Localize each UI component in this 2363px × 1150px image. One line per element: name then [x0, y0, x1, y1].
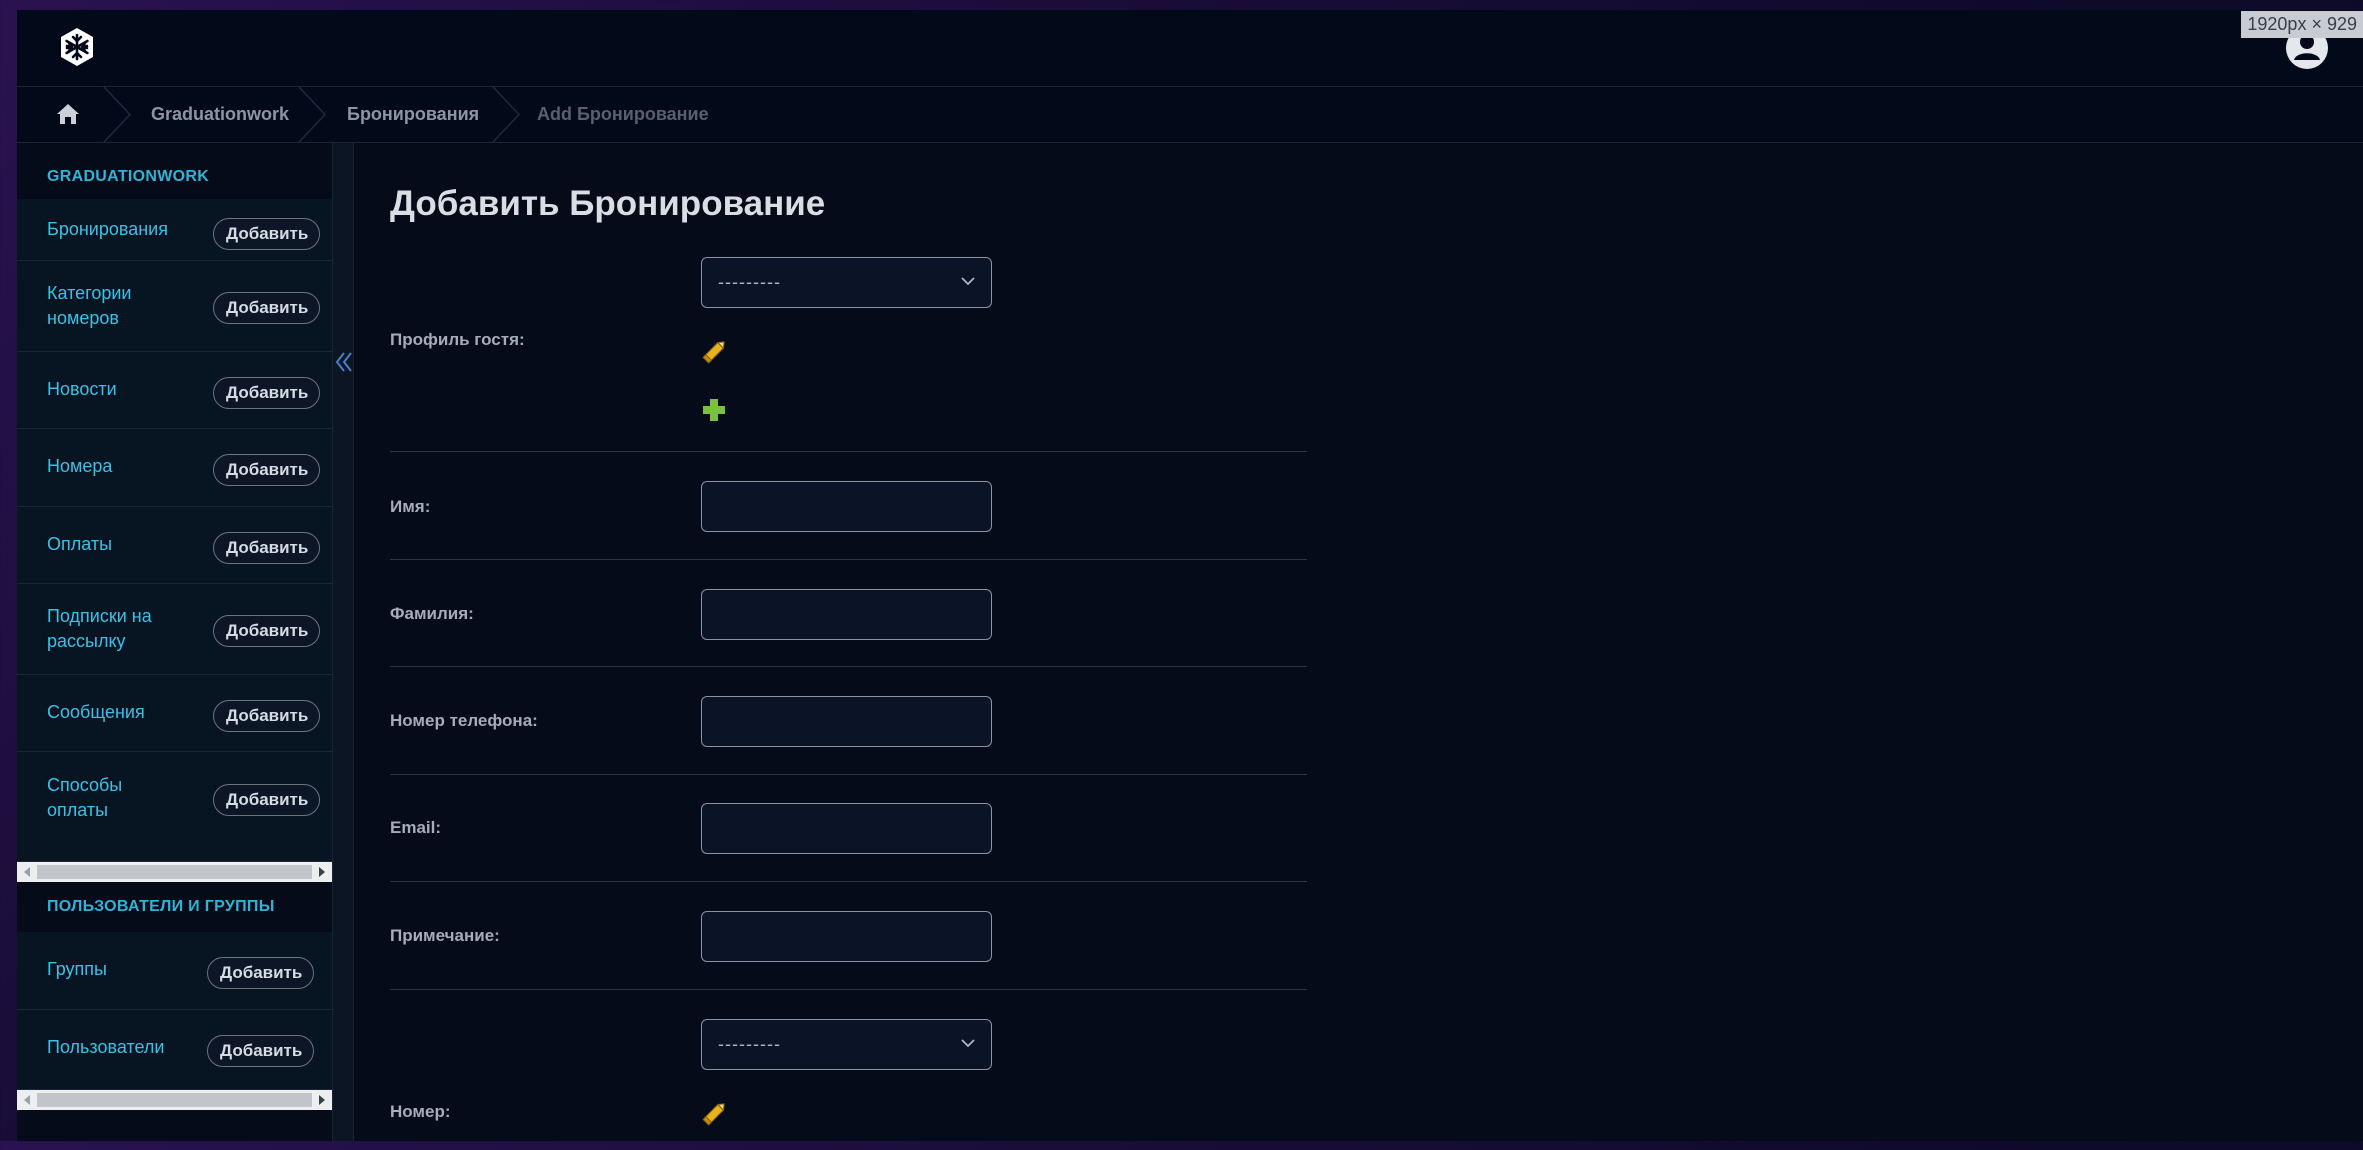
- add-message-button[interactable]: Добавить: [213, 700, 320, 732]
- sidebar-item-label[interactable]: Новости: [47, 377, 117, 402]
- breadcrumb-separator-icon: [103, 87, 132, 142]
- scroll-right-icon[interactable]: [319, 867, 325, 877]
- form-row-phone: Номер телефона:: [390, 667, 1307, 775]
- last-name-input[interactable]: [701, 589, 992, 640]
- add-group-button[interactable]: Добавить: [207, 957, 314, 989]
- main-content: Добавить Бронирование Профиль гостя: ---…: [354, 143, 2363, 1141]
- email-label: Email:: [390, 818, 442, 837]
- chevron-down-icon: [961, 277, 975, 286]
- top-header: [17, 10, 2363, 87]
- sidebar-item-messages: Сообщения Добавить: [17, 675, 332, 752]
- last-name-label: Фамилия:: [390, 604, 474, 623]
- scroll-right-icon[interactable]: [319, 1095, 325, 1105]
- add-room-button[interactable]: Добавить: [213, 454, 320, 486]
- room-label: Номер:: [390, 1102, 451, 1121]
- form-row-first-name: Имя:: [390, 452, 1307, 560]
- phone-input[interactable]: [701, 696, 992, 747]
- home-icon[interactable]: [55, 102, 81, 126]
- sidebar-item-subscriptions: Подписки на рассылку Добавить: [17, 584, 332, 675]
- form-row-last-name: Фамилия:: [390, 560, 1307, 667]
- sidebar-item-news: Новости Добавить: [17, 352, 332, 429]
- phone-label: Номер телефона:: [390, 711, 538, 730]
- sidebar-item-label[interactable]: Категории номеров: [47, 281, 177, 331]
- add-subscription-button[interactable]: Добавить: [213, 615, 320, 647]
- form-row-note: Примечание:: [390, 882, 1307, 990]
- sidebar-item-users: Пользователи Добавить: [17, 1010, 332, 1090]
- sidebar-item-label[interactable]: Бронирования: [47, 217, 168, 242]
- guest-profile-label: Профиль гостя:: [390, 330, 525, 349]
- sidebar-item-label[interactable]: Способы оплаты: [47, 773, 177, 823]
- sidebar-scrollbar[interactable]: [17, 1090, 332, 1110]
- snowflake-logo-icon[interactable]: [56, 26, 98, 68]
- sidebar-item-payments: Оплаты Добавить: [17, 507, 332, 584]
- select-value: ---------: [718, 1034, 781, 1054]
- sidebar-item-room-categories: Категории номеров Добавить: [17, 261, 332, 352]
- add-payment-method-button[interactable]: Добавить: [213, 784, 320, 816]
- sidebar-item-label[interactable]: Сообщения: [47, 700, 145, 725]
- chevron-down-icon: [961, 1039, 975, 1048]
- form-row-guest-profile: Профиль гостя: ---------: [390, 253, 1307, 452]
- sidebar-item-label[interactable]: Подписки на рассылку: [47, 604, 177, 654]
- sidebar-scrollbar[interactable]: [17, 862, 332, 882]
- breadcrumb: Graduationwork Бронирования Add Брониров…: [17, 87, 2363, 143]
- sidebar-item-payment-methods: Способы оплаты Добавить: [17, 752, 332, 862]
- double-chevron-left-icon[interactable]: [335, 350, 353, 374]
- scrollbar-thumb[interactable]: [37, 1093, 312, 1107]
- sidebar-item-label[interactable]: Номера: [47, 454, 112, 479]
- scroll-left-icon[interactable]: [24, 867, 30, 877]
- add-room-category-button[interactable]: Добавить: [213, 292, 320, 324]
- email-input[interactable]: [701, 803, 992, 854]
- form-row-email: Email:: [390, 775, 1307, 882]
- breadcrumb-current: Add Бронирование: [537, 104, 709, 124]
- edit-pencil-icon[interactable]: [701, 337, 729, 365]
- add-payment-button[interactable]: Добавить: [213, 532, 320, 564]
- add-user-button[interactable]: Добавить: [207, 1035, 314, 1067]
- add-plus-icon[interactable]: [701, 397, 727, 423]
- guest-profile-select[interactable]: ---------: [701, 257, 992, 308]
- module-title-graduationwork[interactable]: GRADUATIONWORK: [47, 168, 209, 186]
- note-label: Примечание:: [390, 926, 500, 945]
- scroll-left-icon[interactable]: [24, 1095, 30, 1105]
- select-value: ---------: [718, 272, 781, 292]
- first-name-input[interactable]: [701, 481, 992, 532]
- edit-pencil-icon[interactable]: [701, 1099, 729, 1127]
- note-input[interactable]: [701, 911, 992, 962]
- room-select[interactable]: ---------: [701, 1019, 992, 1070]
- breadcrumb-graduationwork[interactable]: Graduationwork: [151, 104, 289, 125]
- scrollbar-thumb[interactable]: [37, 865, 312, 879]
- sidebar-item-rooms: Номера Добавить: [17, 429, 332, 507]
- add-news-button[interactable]: Добавить: [213, 377, 320, 409]
- sidebar-item-label[interactable]: Оплаты: [47, 532, 112, 557]
- form-row-room: Номер: ---------: [390, 990, 1307, 1150]
- sidebar-item-groups: Группы Добавить: [17, 932, 332, 1010]
- breadcrumb-separator-icon: [492, 87, 521, 142]
- viewport-size-badge: 1920px × 929: [2241, 11, 2363, 38]
- sidebar-item-bookings: Бронирования Добавить: [17, 199, 332, 261]
- add-booking-button[interactable]: Добавить: [213, 218, 320, 250]
- breadcrumb-bookings[interactable]: Бронирования: [347, 104, 479, 125]
- module-title-users-groups[interactable]: ПОЛЬЗОВАТЕЛИ И ГРУППЫ: [47, 898, 275, 916]
- sidebar-item-label[interactable]: Пользователи: [47, 1035, 164, 1060]
- page-title: Добавить Бронирование: [390, 184, 826, 223]
- admin-app: 1920px × 929 Graduationwork Бронирования…: [17, 10, 2363, 1141]
- breadcrumb-separator-icon: [298, 87, 327, 142]
- sidebar-nav: GRADUATIONWORK Бронирования Добавить Кат…: [17, 143, 333, 1141]
- sidebar-collapse-toggle[interactable]: [333, 143, 354, 1141]
- sidebar-item-label[interactable]: Группы: [47, 957, 107, 982]
- first-name-label: Имя:: [390, 497, 431, 516]
